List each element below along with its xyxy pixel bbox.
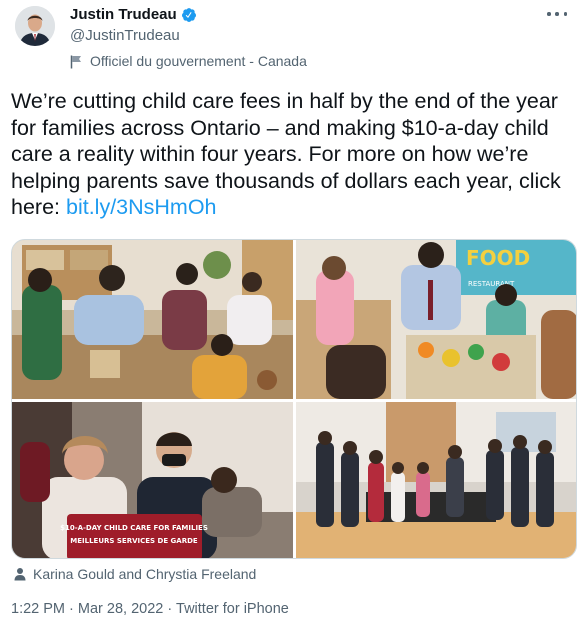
photo-podium-speech[interactable]: $10-A-DAY CHILD CARE FOR FAMILIES MEILLE… — [12, 402, 293, 558]
government-label-text: Officiel du gouvernement - Canada — [90, 53, 307, 69]
tweet-link[interactable]: bit.ly/3NsHmOh — [66, 195, 217, 219]
author-display-name[interactable]: Justin Trudeau — [70, 6, 177, 23]
tweet-time[interactable]: 1:22 PM — [11, 601, 65, 617]
tagged-people-text: Karina Gould and Chrystia Freeland — [33, 566, 257, 582]
author-info: Justin Trudeau @JustinTrudeau Officiel d… — [70, 6, 307, 70]
wall-letters: FOOD — [466, 246, 530, 270]
more-options-icon[interactable] — [547, 6, 567, 22]
tweet-header: Justin Trudeau @JustinTrudeau Officiel d… — [15, 6, 575, 70]
tweet-date[interactable]: Mar 28, 2022 — [78, 601, 163, 617]
tweet-media-grid: FOOD RESTAURANT $10-A-DAY CHILD CARE FOR… — [11, 239, 577, 559]
author-handle[interactable]: @JustinTrudeau — [70, 27, 307, 45]
tweet-meta: 1:22 PM · Mar 28, 2022 · Twitter for iPh… — [11, 600, 289, 618]
banner-line-2: MEILLEURS SERVICES DE GARDE — [70, 537, 198, 545]
meta-separator-2: · — [167, 601, 173, 617]
photo-gym-event[interactable] — [296, 402, 576, 558]
photo-play-kitchen[interactable]: FOOD RESTAURANT — [296, 240, 576, 399]
banner-line-1: $10-A-DAY CHILD CARE FOR FAMILIES — [60, 524, 208, 532]
photo-classroom-play[interactable] — [12, 240, 293, 399]
tweet-source[interactable]: Twitter for iPhone — [176, 601, 289, 617]
author-avatar[interactable] — [15, 6, 55, 46]
tag-person-icon — [13, 567, 27, 581]
government-label: Officiel du gouvernement - Canada — [70, 53, 307, 70]
government-flag-icon — [70, 55, 83, 69]
tweet-text: We’re cutting child care fees in half by… — [11, 88, 571, 221]
meta-separator-1: · — [69, 601, 74, 617]
tagged-people-row[interactable]: Karina Gould and Chrystia Freeland — [13, 565, 256, 583]
verified-badge-icon — [181, 7, 197, 23]
